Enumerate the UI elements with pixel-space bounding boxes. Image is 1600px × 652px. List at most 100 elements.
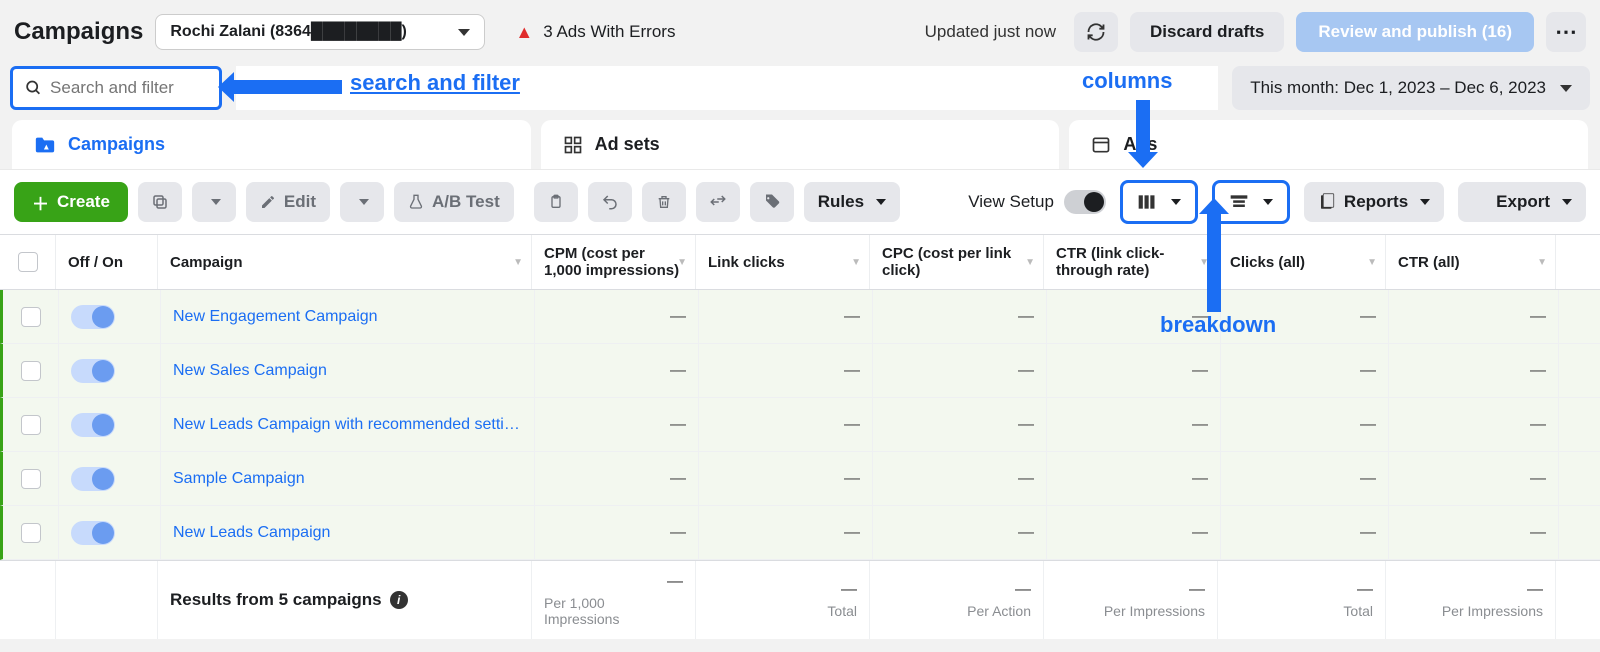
row-checkbox[interactable]: [3, 344, 59, 397]
action-toolbar: ＋ Create Edit A/B Test: [0, 169, 1600, 234]
abtest-button[interactable]: A/B Test: [394, 182, 514, 222]
sort-icon: ▼: [1367, 257, 1377, 268]
row-checkbox[interactable]: [3, 398, 59, 451]
search-box[interactable]: [10, 66, 222, 110]
row-toggle[interactable]: [59, 290, 161, 343]
create-label: Create: [57, 192, 110, 212]
paste-button[interactable]: [534, 182, 578, 222]
rules-label: Rules: [818, 192, 864, 212]
row-ctrall: —: [1389, 506, 1559, 559]
undo-button[interactable]: [588, 182, 632, 222]
campaigns-table: Off / On Campaign▼ CPM (cost per 1,000 i…: [0, 234, 1600, 639]
table-row[interactable]: New Leads Campaign with recommended sett…: [0, 398, 1600, 452]
toggle-switch[interactable]: [1064, 190, 1106, 214]
row-toggle[interactable]: [59, 344, 161, 397]
row-campaign[interactable]: New Engagement Campaign: [161, 290, 535, 343]
svg-text:▲: ▲: [42, 142, 50, 151]
breakdown-button[interactable]: [1212, 180, 1290, 224]
view-setup-toggle[interactable]: View Setup: [968, 190, 1106, 214]
row-toggle[interactable]: [59, 506, 161, 559]
date-range-selector[interactable]: This month: Dec 1, 2023 – Dec 6, 2023: [1232, 66, 1590, 110]
export-label: Export: [1496, 192, 1550, 212]
row-cpm: —: [535, 506, 699, 559]
footer-link: —Total: [696, 561, 870, 639]
columns-button[interactable]: [1120, 180, 1198, 224]
errors-notice[interactable]: ▲ 3 Ads With Errors: [515, 22, 675, 43]
date-range-text: This month: Dec 1, 2023 – Dec 6, 2023: [1250, 78, 1546, 98]
row-checkbox[interactable]: [3, 290, 59, 343]
table-row[interactable]: Sample Campaign——————: [0, 452, 1600, 506]
row-ctr: —: [1047, 344, 1221, 397]
campaign-link[interactable]: Sample Campaign: [173, 470, 305, 488]
row-toggle[interactable]: [59, 452, 161, 505]
row-toggle[interactable]: [59, 398, 161, 451]
reports-icon: [1318, 193, 1336, 211]
edit-button[interactable]: Edit: [246, 182, 330, 222]
export-button[interactable]: Export: [1458, 182, 1586, 222]
row-ctrall: —: [1389, 452, 1559, 505]
search-input[interactable]: [50, 78, 207, 98]
header-linkclicks[interactable]: Link clicks▼: [696, 235, 870, 289]
duplicate-dropdown[interactable]: [192, 182, 236, 222]
tag-button[interactable]: [750, 182, 794, 222]
row-campaign[interactable]: New Sales Campaign: [161, 344, 535, 397]
campaign-link[interactable]: New Engagement Campaign: [173, 308, 378, 326]
header-campaign[interactable]: Campaign▼: [158, 235, 532, 289]
view-setup-label: View Setup: [968, 192, 1054, 212]
row-clicks: —: [1221, 290, 1389, 343]
rules-button[interactable]: Rules: [804, 182, 900, 222]
header-checkbox[interactable]: [0, 235, 56, 289]
delete-button[interactable]: [642, 182, 686, 222]
header-clicksall[interactable]: Clicks (all)▼: [1218, 235, 1386, 289]
row-cpc: —: [873, 506, 1047, 559]
header-cpc[interactable]: CPC (cost per link click)▼: [870, 235, 1044, 289]
tab-ads[interactable]: Ads: [1069, 120, 1588, 169]
row-clicks: —: [1221, 344, 1389, 397]
reports-button[interactable]: Reports: [1304, 182, 1444, 222]
chevron-down-icon: [1171, 199, 1181, 205]
compare-button[interactable]: [696, 182, 740, 222]
header-cpm[interactable]: CPM (cost per 1,000 impressions)▼: [532, 235, 696, 289]
tab-label: Ad sets: [595, 134, 660, 155]
flask-icon: [408, 193, 424, 211]
chevron-down-icon: [1420, 199, 1430, 205]
duplicate-button[interactable]: [138, 182, 182, 222]
row-link: —: [699, 344, 873, 397]
toggle-on-icon: [71, 467, 115, 491]
table-body: New Engagement Campaign——————New Sales C…: [0, 290, 1600, 560]
table-row[interactable]: New Engagement Campaign——————: [0, 290, 1600, 344]
row-campaign[interactable]: Sample Campaign: [161, 452, 535, 505]
row-link: —: [699, 290, 873, 343]
info-icon[interactable]: i: [390, 591, 408, 609]
row-ctr: —: [1047, 398, 1221, 451]
plus-icon: ＋: [32, 190, 49, 215]
more-menu-button[interactable]: ⋯: [1546, 12, 1586, 52]
campaign-link[interactable]: New Leads Campaign with recommended sett…: [173, 416, 520, 434]
row-cpm: —: [535, 290, 699, 343]
table-row[interactable]: New Sales Campaign——————: [0, 344, 1600, 398]
refresh-button[interactable]: [1074, 12, 1118, 52]
campaign-link[interactable]: New Leads Campaign: [173, 524, 330, 542]
review-publish-button[interactable]: Review and publish (16): [1296, 12, 1534, 52]
row-campaign[interactable]: New Leads Campaign with recommended sett…: [161, 398, 535, 451]
create-button[interactable]: ＋ Create: [14, 182, 128, 222]
header-ctr[interactable]: CTR (link click-through rate)▼: [1044, 235, 1218, 289]
toggle-on-icon: [71, 305, 115, 329]
row-checkbox[interactable]: [3, 452, 59, 505]
tab-campaigns[interactable]: ▲ Campaigns: [12, 120, 531, 169]
account-selector[interactable]: Rochi Zalani (8364████████): [155, 14, 485, 50]
row-campaign[interactable]: New Leads Campaign: [161, 506, 535, 559]
tab-adsets[interactable]: Ad sets: [541, 120, 1060, 169]
edit-dropdown[interactable]: [340, 182, 384, 222]
row-cpc: —: [873, 398, 1047, 451]
filter-row: This month: Dec 1, 2023 – Dec 6, 2023 se…: [0, 66, 1600, 120]
header-ctrall[interactable]: CTR (all)▼: [1386, 235, 1556, 289]
folder-icon: ▲: [34, 135, 56, 155]
table-row[interactable]: New Leads Campaign——————: [0, 506, 1600, 560]
chevron-down-icon: [211, 199, 221, 205]
row-checkbox[interactable]: [3, 506, 59, 559]
header-offon[interactable]: Off / On: [56, 235, 158, 289]
row-cpc: —: [873, 344, 1047, 397]
discard-drafts-button[interactable]: Discard drafts: [1130, 12, 1284, 52]
campaign-link[interactable]: New Sales Campaign: [173, 362, 327, 380]
